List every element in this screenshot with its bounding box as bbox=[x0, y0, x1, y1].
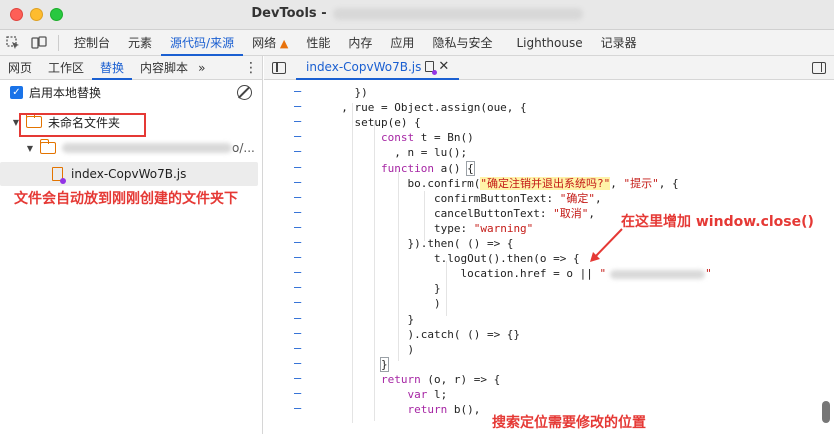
code-line[interactable]: , n = lu(); bbox=[328, 145, 467, 160]
gutter-marker: – bbox=[294, 250, 302, 265]
more-options-icon[interactable]: ⋮ bbox=[240, 60, 262, 76]
code-line[interactable]: const t = Bn() bbox=[328, 130, 474, 145]
code-editor: index-CopvWo7B.js ✕ – }) – , rue = Object… bbox=[264, 56, 834, 434]
file-icon bbox=[52, 167, 66, 184]
gutter-marker: – bbox=[294, 401, 302, 416]
code-line[interactable]: confirmButtonText: "确定", bbox=[328, 191, 602, 206]
tab-content-scripts[interactable]: 内容脚本 bbox=[132, 56, 196, 80]
file-label: index-CopvWo7B.js bbox=[71, 167, 187, 181]
search-annotation: 搜索定位需要修改的位置 bbox=[492, 415, 646, 431]
window-title: DevTools - bbox=[0, 6, 834, 21]
scrollbar-thumb[interactable] bbox=[822, 401, 830, 423]
inspect-element-icon[interactable] bbox=[0, 30, 26, 56]
toolbar-separator bbox=[58, 34, 59, 51]
tab-workspace[interactable]: 工作区 bbox=[40, 56, 92, 80]
editor-tab-label: index-CopvWo7B.js bbox=[306, 59, 422, 74]
code-line[interactable]: return (o, r) => { bbox=[328, 372, 500, 387]
gutter-marker: – bbox=[294, 189, 302, 204]
sidebar-tab-bar: 网页 工作区 替换 内容脚本 » ⋮ bbox=[0, 56, 262, 80]
code-line[interactable]: } bbox=[328, 356, 389, 372]
gutter-marker: – bbox=[294, 174, 302, 189]
tab-network[interactable]: 网络 ▲ bbox=[243, 30, 297, 56]
code-area[interactable]: – }) – , rue = Object.assign(oue, { – setu… bbox=[264, 81, 834, 434]
code-line[interactable]: ) bbox=[328, 342, 414, 357]
gutter-marker: – bbox=[294, 370, 302, 385]
gutter-marker: – bbox=[294, 219, 302, 234]
subfolder-suffix: o/... bbox=[232, 141, 255, 155]
title-bar: DevTools - bbox=[0, 0, 834, 30]
code-line[interactable]: setup(e) { bbox=[328, 115, 420, 130]
gutter-marker: – bbox=[294, 159, 302, 174]
add-code-annotation: 在这里增加 window.close() bbox=[621, 214, 814, 230]
tab-page[interactable]: 网页 bbox=[0, 56, 40, 80]
tab-overrides[interactable]: 替换 bbox=[92, 56, 133, 80]
gutter-marker: – bbox=[294, 204, 302, 219]
code-line[interactable]: return b(), bbox=[328, 402, 480, 417]
tab-privacy-security[interactable]: 隐私与安全 bbox=[423, 30, 501, 56]
code-line[interactable]: type: "warning" bbox=[328, 221, 533, 236]
gutter-marker: – bbox=[294, 84, 302, 98]
code-line[interactable]: }).then( () => { bbox=[328, 236, 513, 251]
gutter-marker: – bbox=[294, 295, 302, 310]
folder-highlight-box bbox=[19, 113, 146, 137]
tab-performance[interactable]: 性能 bbox=[297, 30, 339, 56]
tab-recorder[interactable]: 记录器 bbox=[592, 30, 646, 56]
blurred-url bbox=[332, 7, 583, 20]
gutter-marker: – bbox=[294, 144, 302, 159]
tab-lighthouse[interactable]: Lighthouse bbox=[507, 30, 591, 56]
editor-tab-bar: index-CopvWo7B.js ✕ bbox=[264, 56, 834, 80]
code-line[interactable]: ) bbox=[328, 296, 441, 311]
caret-down-icon[interactable]: ▼ bbox=[24, 144, 36, 153]
blurred-folder-name bbox=[62, 143, 232, 153]
folder-annotation: 文件会自动放到刚刚创建的文件夹下 bbox=[14, 191, 238, 207]
gutter-marker: – bbox=[294, 340, 302, 355]
tree-subfolder-row[interactable]: ▼ o/... bbox=[0, 137, 262, 159]
code-line[interactable]: function a() { bbox=[328, 160, 475, 176]
folder-icon bbox=[39, 139, 56, 154]
gutter-marker: – bbox=[294, 265, 302, 280]
gutter-marker: – bbox=[294, 235, 302, 249]
more-tabs-button[interactable]: » bbox=[196, 56, 207, 80]
gutter-marker: – bbox=[294, 129, 302, 144]
code-line[interactable]: var l; bbox=[328, 387, 447, 402]
panel-tab-bar: 控制台 元素 源代码/来源 网络 ▲ 性能 内存 应用 隐私与安全 Lighth… bbox=[0, 30, 834, 56]
code-line[interactable]: ).catch( () => {} bbox=[328, 327, 520, 342]
tab-console[interactable]: 控制台 bbox=[65, 30, 119, 56]
device-toolbar-icon[interactable] bbox=[26, 30, 52, 56]
tab-memory[interactable]: 内存 bbox=[339, 30, 381, 56]
toggle-navigator-icon[interactable] bbox=[272, 61, 286, 74]
tab-sources[interactable]: 源代码/来源 bbox=[161, 30, 244, 56]
tab-application[interactable]: 应用 bbox=[381, 30, 423, 56]
clear-overrides-icon[interactable] bbox=[237, 84, 252, 100]
window-title-text: DevTools - bbox=[251, 6, 327, 21]
enable-overrides-row[interactable]: ✓ 启用本地替换 bbox=[0, 80, 262, 104]
code-line[interactable]: } bbox=[328, 281, 441, 296]
enable-overrides-label: 启用本地替换 bbox=[29, 85, 102, 100]
code-line[interactable]: t.logOut().then(o => { bbox=[328, 251, 580, 266]
code-line[interactable]: bo.confirm("确定注销并退出系统吗?", "提示", { bbox=[328, 176, 679, 191]
code-line[interactable]: }) bbox=[328, 85, 367, 100]
gutter-marker: – bbox=[294, 386, 302, 400]
toggle-debugger-icon[interactable] bbox=[812, 61, 826, 74]
gutter-marker: – bbox=[294, 310, 302, 325]
code-line[interactable]: cancelButtonText: "取消", bbox=[328, 206, 595, 221]
tab-elements[interactable]: 元素 bbox=[119, 30, 161, 56]
gutter-marker: – bbox=[294, 99, 302, 114]
warning-icon: ▲ bbox=[279, 36, 289, 50]
tree-file-row[interactable]: index-CopvWo7B.js bbox=[0, 162, 258, 186]
gutter-marker: – bbox=[294, 280, 302, 295]
enable-overrides-checkbox[interactable]: ✓ bbox=[10, 85, 23, 99]
gutter-marker: – bbox=[294, 325, 302, 340]
code-line[interactable]: , rue = Object.assign(oue, { bbox=[328, 100, 526, 115]
code-line[interactable]: } bbox=[328, 312, 414, 327]
tab-network-label: 网络 bbox=[252, 35, 277, 50]
gutter-marker: – bbox=[294, 355, 302, 370]
annotation-arrow-icon bbox=[590, 228, 623, 262]
gutter-marker: – bbox=[294, 114, 302, 129]
editor-tab[interactable]: index-CopvWo7B.js ✕ bbox=[296, 56, 460, 80]
close-icon[interactable]: ✕ bbox=[438, 59, 449, 74]
code-line[interactable]: location.href = o || " " bbox=[328, 266, 711, 281]
file-icon bbox=[425, 61, 438, 75]
